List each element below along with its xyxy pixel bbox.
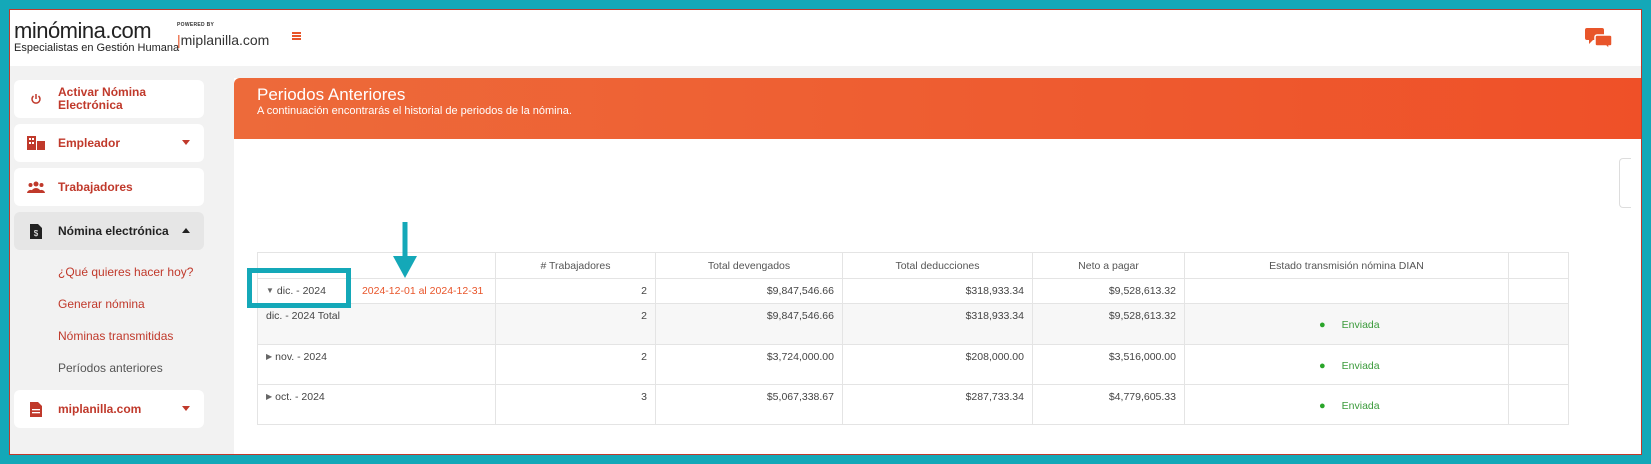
- top-bar: minómina.com Especialistas en Gestión Hu…: [10, 10, 1641, 66]
- deducciones-cell: $208,000.00: [842, 344, 1033, 385]
- sidebar-item-label: miplanilla.com: [58, 401, 142, 416]
- period-cell[interactable]: ▶ nov. - 2024: [257, 344, 496, 385]
- status-dot-icon: ●: [1319, 319, 1326, 331]
- annotation-arrow-icon: [391, 222, 419, 285]
- chevron-up-icon: [182, 228, 190, 233]
- status-dot-icon: ●: [1319, 360, 1326, 372]
- column-header-trabajadores[interactable]: # Trabajadores: [495, 252, 656, 279]
- sidebar-item-nomina-electronica[interactable]: $ Nómina electrónica: [14, 212, 204, 250]
- devengados-cell: $5,067,338.67: [655, 384, 843, 425]
- sidebar-item-trabajadores[interactable]: Trabajadores: [14, 168, 204, 206]
- menu-toggle-icon[interactable]: [292, 32, 301, 41]
- submenu-item-que-quieres[interactable]: ¿Qué quieres hacer hoy?: [58, 256, 204, 288]
- status-badge: Enviada: [1341, 360, 1380, 372]
- workers-cell: 3: [495, 384, 656, 425]
- column-header-estado[interactable]: Estado transmisión nómina DIAN: [1184, 252, 1509, 279]
- neto-cell: $3,516,000.00: [1032, 344, 1185, 385]
- sidebar-item-label: Trabajadores: [58, 179, 133, 194]
- deducciones-cell: $318,933.34: [842, 303, 1033, 345]
- main-content: Periodos Anteriores A continuación encon…: [234, 78, 1641, 454]
- side-panel-tab[interactable]: [1619, 158, 1631, 208]
- page-title: Periodos Anteriores: [257, 85, 406, 104]
- document-icon: [26, 401, 46, 417]
- neto-cell: $9,528,613.32: [1032, 278, 1185, 304]
- sidebar-item-empleador[interactable]: Empleador: [14, 124, 204, 162]
- users-icon: [26, 181, 46, 193]
- caret-right-icon[interactable]: ▶: [266, 392, 272, 401]
- logo[interactable]: minómina.com Especialistas en Gestión Hu…: [14, 18, 179, 54]
- status-cell: [1184, 278, 1509, 304]
- period-cell[interactable]: ▶ oct. - 2024: [257, 384, 496, 425]
- invoice-icon: $: [26, 223, 46, 239]
- period-range: 2024-12-01 al 2024-12-31: [361, 285, 484, 297]
- building-icon: [26, 136, 46, 150]
- sidebar-item-activar-nomina[interactable]: Activar Nómina Electrónica: [14, 80, 204, 118]
- table-header-row: # Trabajadores Total devengados Total de…: [257, 252, 1569, 279]
- submenu-item-generar-nomina[interactable]: Generar nómina: [58, 288, 204, 320]
- table-row[interactable]: ▼ dic. - 2024 2024-12-01 al 2024-12-31 2 $…: [257, 278, 1569, 304]
- svg-text:$: $: [34, 229, 39, 238]
- table-row[interactable]: ▶ nov. - 2024 2 $3,724,000.00 $208,000.00…: [257, 344, 1569, 385]
- submenu-item-nominas-transmitidas[interactable]: Nóminas transmitidas: [58, 320, 204, 352]
- period-label: nov. - 2024: [275, 351, 327, 363]
- chevron-down-icon: [182, 406, 190, 411]
- periods-table: # Trabajadores Total devengados Total de…: [257, 252, 1569, 425]
- status-cell: ● Enviada: [1184, 384, 1509, 425]
- sidebar-item-label: Nómina electrónica: [58, 223, 169, 238]
- column-header-neto[interactable]: Neto a pagar: [1032, 252, 1185, 279]
- sidebar: Activar Nómina Electrónica Empleador Tra…: [14, 80, 204, 434]
- power-icon: [26, 93, 46, 105]
- deducciones-cell: $318,933.34: [842, 278, 1033, 304]
- chat-icon[interactable]: [1585, 26, 1613, 55]
- devengados-cell: $3,724,000.00: [655, 344, 843, 385]
- column-header-extra: [1508, 252, 1569, 279]
- caret-right-icon[interactable]: ▶: [266, 352, 272, 361]
- status-cell: ● Enviada: [1184, 303, 1509, 345]
- app-window: minómina.com Especialistas en Gestión Hu…: [9, 9, 1642, 455]
- chevron-down-icon: [182, 140, 190, 145]
- partner-logo: |miplanilla.com: [177, 32, 270, 48]
- period-label: oct. - 2024: [275, 391, 325, 403]
- sidebar-item-label: Empleador: [58, 135, 121, 150]
- page-header-banner: Periodos Anteriores A continuación encon…: [234, 78, 1641, 139]
- annotation-highlight-box: [247, 268, 351, 308]
- deducciones-cell: $287,733.34: [842, 384, 1033, 425]
- sidebar-item-label: Activar Nómina Electrónica: [58, 85, 147, 112]
- submenu: ¿Qué quieres hacer hoy? Generar nómina N…: [14, 256, 204, 384]
- period-cell: dic. - 2024 Total: [257, 303, 496, 345]
- status-cell: ● Enviada: [1184, 344, 1509, 385]
- status-badge: Enviada: [1341, 319, 1380, 331]
- logo-text: minómina.com: [14, 18, 152, 43]
- workers-cell: 2: [495, 278, 656, 304]
- devengados-cell: $9,847,546.66: [655, 303, 843, 345]
- neto-cell: $4,779,605.33: [1032, 384, 1185, 425]
- page-subtitle: A continuación encontrarás el historial …: [257, 105, 572, 117]
- workers-cell: 2: [495, 303, 656, 345]
- sidebar-item-miplanilla[interactable]: miplanilla.com: [14, 390, 204, 428]
- status-badge: Enviada: [1341, 400, 1380, 412]
- neto-cell: $9,528,613.32: [1032, 303, 1185, 345]
- workers-cell: 2: [495, 344, 656, 385]
- table-row[interactable]: ▶ oct. - 2024 3 $5,067,338.67 $287,733.34…: [257, 384, 1569, 425]
- partner-name: miplanilla.com: [180, 32, 270, 48]
- submenu-item-periodos-anteriores[interactable]: Períodos anteriores: [58, 352, 204, 384]
- table-row-total: dic. - 2024 Total 2 $9,847,546.66 $318,9…: [257, 303, 1569, 345]
- powered-by-label: POWERED BY: [177, 22, 215, 28]
- logo-tagline: Especialistas en Gestión Humana: [14, 42, 180, 54]
- column-header-deducciones[interactable]: Total deducciones: [842, 252, 1033, 279]
- status-dot-icon: ●: [1319, 400, 1326, 412]
- column-header-devengados[interactable]: Total devengados: [655, 252, 843, 279]
- devengados-cell: $9,847,546.66: [655, 278, 843, 304]
